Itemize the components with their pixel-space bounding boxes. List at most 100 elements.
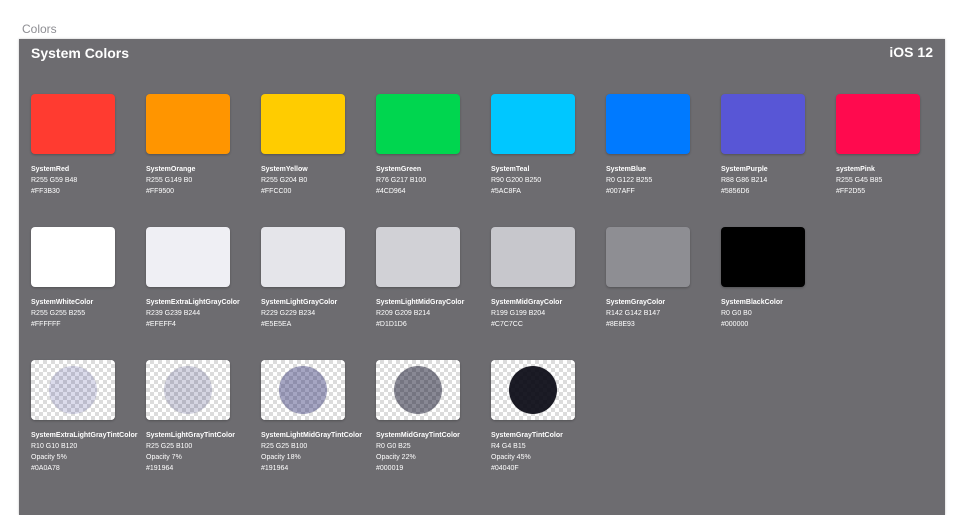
swatch-system-black[interactable]: SystemBlackColor R0 G0 B0 #000000 (721, 227, 836, 330)
swatch-hex: #E5E5EA (261, 321, 292, 328)
color-chip (606, 94, 690, 154)
swatch-hex: #FF9500 (146, 188, 175, 195)
swatch-hex: #000000 (721, 321, 749, 328)
swatch-system-purple[interactable]: SystemPurple R88 G86 B214 #5856D6 (721, 94, 836, 197)
swatch-rgb: R255 G45 B85 (836, 177, 883, 184)
swatch-hex: #D1D1D6 (376, 321, 407, 328)
color-chip (491, 227, 575, 287)
swatch-hex: #4CD964 (376, 188, 406, 195)
swatch-name: SystemExtraLightGrayColor (146, 299, 240, 306)
swatch-system-light-gray[interactable]: SystemLightGrayColor R229 G229 B234 #E5E… (261, 227, 376, 330)
swatch-name: SystemBlue (606, 166, 647, 173)
page-label: Colors (22, 22, 57, 36)
transparency-chip (491, 360, 575, 420)
swatch-system-gray-tint[interactable]: SystemGrayTintColor R4 G4 B15 Opacity 45… (491, 360, 606, 474)
swatch-hex: #FF2D55 (836, 188, 866, 195)
swatch-name: SystemMidGrayTintColor (376, 432, 460, 439)
swatch-name: SystemLightMidGrayColor (376, 299, 465, 306)
transparency-chip (376, 360, 460, 420)
swatch-rgb: R76 G217 B100 (376, 177, 427, 184)
swatch-system-green[interactable]: SystemGreen R76 G217 B100 #4CD964 (376, 94, 491, 197)
swatch-hex: #0A0A78 (31, 465, 60, 472)
swatch-name: SystemGrayTintColor (491, 432, 563, 439)
swatch-hex: #8E8E93 (606, 321, 635, 328)
color-chip (721, 94, 805, 154)
swatch-hex: #191964 (146, 465, 174, 472)
color-chip (31, 94, 115, 154)
swatch-rgb: R0 G0 B25 (376, 443, 411, 450)
swatch-system-extra-light-gray-tint[interactable]: SystemExtraLightGrayTintColor R10 G10 B1… (31, 360, 146, 474)
swatch-rgb: R239 G239 B244 (146, 310, 201, 317)
swatch-system-blue[interactable]: SystemBlue R0 G122 B255 #007AFF (606, 94, 721, 197)
swatch-hex: #5AC8FA (491, 188, 521, 195)
swatch-hex: #191964 (261, 465, 289, 472)
swatch-hex: #FFCC00 (261, 188, 292, 195)
swatch-name: SystemLightGrayColor (261, 299, 338, 306)
swatch-hex: #EFEFF4 (146, 321, 176, 328)
swatch-system-light-gray-tint[interactable]: SystemLightGrayTintColor R25 G25 B100 Op… (146, 360, 261, 474)
swatch-rgb: R255 G149 B0 (146, 177, 193, 184)
tint-circle (49, 366, 97, 414)
swatch-name: SystemExtraLightGrayTintColor (31, 432, 138, 439)
swatch-rgb: R0 G122 B255 (606, 177, 653, 184)
swatch-hex: #FF3B30 (31, 188, 60, 195)
color-chip (146, 94, 230, 154)
color-chip (261, 94, 345, 154)
swatch-name: SystemBlackColor (721, 299, 783, 306)
swatch-system-gray[interactable]: SystemGrayColor R142 G142 B147 #8E8E93 (606, 227, 721, 330)
swatch-rgb: R209 G209 B214 (376, 310, 431, 317)
swatch-hex: #FFFFFF (31, 321, 61, 328)
swatch-system-teal[interactable]: SystemTeal R90 G200 B250 #5AC8FA (491, 94, 606, 197)
swatch-rgb: R255 G255 B255 (31, 310, 86, 317)
color-chip (376, 94, 460, 154)
swatch-system-extra-light-gray[interactable]: SystemExtraLightGrayColor R239 G239 B244… (146, 227, 261, 330)
swatch-hex: #C7C7CC (491, 321, 523, 328)
swatch-system-pink[interactable]: systemPink R255 G45 B85 #FF2D55 (836, 94, 945, 197)
swatch-name: SystemPurple (721, 166, 768, 173)
swatch-name: SystemWhiteColor (31, 299, 94, 306)
swatch-rgb: R255 G204 B0 (261, 177, 308, 184)
swatch-rgb: R25 G25 B100 (261, 443, 308, 450)
swatch-rgb: R4 G4 B15 (491, 443, 526, 450)
swatch-name: systemPink (836, 166, 875, 173)
color-chip (606, 227, 690, 287)
system-colors-artboard[interactable]: System Colors iOS 12 SystemRed R255 G59 … (19, 39, 945, 515)
swatch-system-white[interactable]: SystemWhiteColor R255 G255 B255 #FFFFFF (31, 227, 146, 330)
swatch-name: SystemYellow (261, 166, 308, 173)
swatch-rgb: R0 G0 B0 (721, 310, 752, 317)
swatch-hex: #5856D6 (721, 188, 750, 195)
swatch-rgb: R25 G25 B100 (146, 443, 193, 450)
swatch-name: SystemTeal (491, 166, 530, 173)
swatch-name: SystemRed (31, 166, 70, 173)
swatch-name: SystemLightMidGrayTintColor (261, 432, 362, 439)
color-chip (261, 227, 345, 287)
swatch-system-yellow[interactable]: SystemYellow R255 G204 B0 #FFCC00 (261, 94, 376, 197)
color-chip (31, 227, 115, 287)
artboard-version: iOS 12 (889, 44, 933, 60)
swatch-system-mid-gray-tint[interactable]: SystemMidGrayTintColor R0 G0 B25 Opacity… (376, 360, 491, 474)
transparency-chip (31, 360, 115, 420)
swatch-system-orange[interactable]: SystemOrange R255 G149 B0 #FF9500 (146, 94, 261, 197)
swatch-name: SystemMidGrayColor (491, 299, 563, 306)
artboard-title: System Colors (31, 45, 130, 61)
color-chip (836, 94, 920, 154)
swatch-system-light-mid-gray[interactable]: SystemLightMidGrayColor R209 G209 B214 #… (376, 227, 491, 330)
swatch-name: SystemGreen (376, 166, 422, 173)
color-chip (146, 227, 230, 287)
color-chip (376, 227, 460, 287)
swatch-rgb: R90 G200 B250 (491, 177, 542, 184)
swatch-system-red[interactable]: SystemRed R255 G59 B48 #FF3B30 (31, 94, 146, 197)
swatch-opacity: Opacity 18% (261, 454, 301, 461)
swatch-name: SystemGrayColor (606, 299, 666, 306)
swatch-system-light-mid-gray-tint[interactable]: SystemLightMidGrayTintColor R25 G25 B100… (261, 360, 376, 474)
tint-circle (394, 366, 442, 414)
swatch-rgb: R255 G59 B48 (31, 177, 78, 184)
swatch-system-mid-gray[interactable]: SystemMidGrayColor R199 G199 B204 #C7C7C… (491, 227, 606, 330)
swatch-opacity: Opacity 45% (491, 454, 531, 461)
transparency-chip (261, 360, 345, 420)
tint-circle (509, 366, 557, 414)
swatch-hex: #007AFF (606, 188, 635, 195)
color-chip (491, 94, 575, 154)
swatch-rgb: R88 G86 B214 (721, 177, 768, 184)
transparency-chip (146, 360, 230, 420)
